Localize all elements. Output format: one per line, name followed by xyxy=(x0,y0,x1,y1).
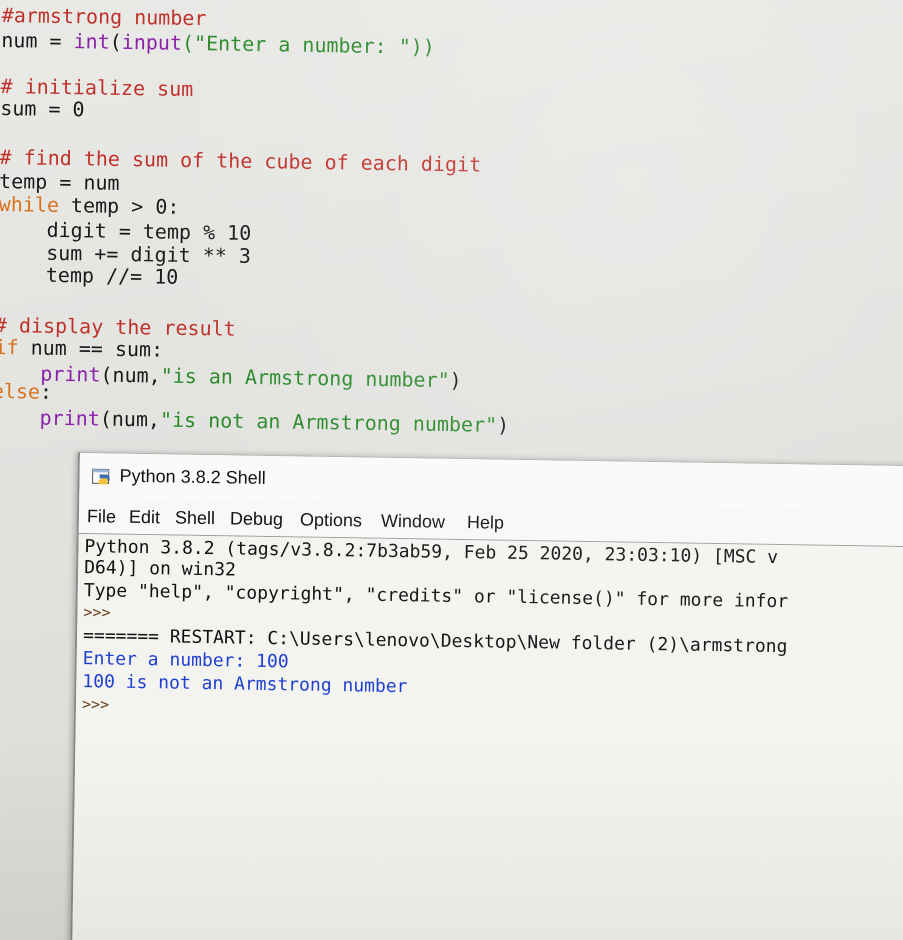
code-line-1: #armstrong number xyxy=(1,3,207,31)
code-line-12: if num == sum: xyxy=(0,334,164,362)
photo-of-monitor: #armstrong number num = int(input("Enter… xyxy=(0,0,903,940)
menu-help[interactable]: Help xyxy=(467,512,504,534)
code-line-15: print(num,"is not an Armstrong number") xyxy=(0,404,510,438)
menu-options[interactable]: Options xyxy=(300,509,362,531)
result-line: 100 is not an Armstrong number xyxy=(82,671,408,698)
input-line: Enter a number: 100 xyxy=(82,648,289,673)
shell-prompt-1: >>> xyxy=(83,603,111,622)
menu-edit[interactable]: Edit xyxy=(129,507,160,528)
menu-shell[interactable]: Shell xyxy=(175,508,215,530)
python-shell-icon xyxy=(91,466,113,486)
banner-line-3: Type "help", "copyright", "credits" or "… xyxy=(83,580,789,613)
code-line-10: temp //= 10 xyxy=(0,261,179,289)
menu-debug[interactable]: Debug xyxy=(230,508,283,530)
code-editor[interactable]: #armstrong number num = int(input("Enter… xyxy=(0,0,903,464)
shell-output-area[interactable]: Python 3.8.2 (tags/v3.8.2:7b3ab59, Feb 2… xyxy=(72,534,903,940)
window-title: Python 3.8.2 Shell xyxy=(119,465,266,488)
menu-window[interactable]: Window xyxy=(381,511,445,533)
code-line-4: sum = 0 xyxy=(0,96,85,122)
python-shell-window[interactable]: Python 3.8.2 Shell File Edit Shell Debug… xyxy=(70,452,903,940)
shell-prompt-2[interactable]: >>> xyxy=(82,694,109,714)
banner-line-2: D64)] on win32 xyxy=(84,557,237,581)
code-line-6: temp = num xyxy=(0,169,120,195)
code-line-2: num = int(input("Enter a number: ")) xyxy=(1,28,436,59)
code-line-7: while temp > 0: xyxy=(0,192,180,219)
code-line-13: print(num,"is an Armstrong number") xyxy=(0,360,462,393)
code-line-14: else: xyxy=(0,378,53,404)
menu-file[interactable]: File xyxy=(87,506,116,527)
